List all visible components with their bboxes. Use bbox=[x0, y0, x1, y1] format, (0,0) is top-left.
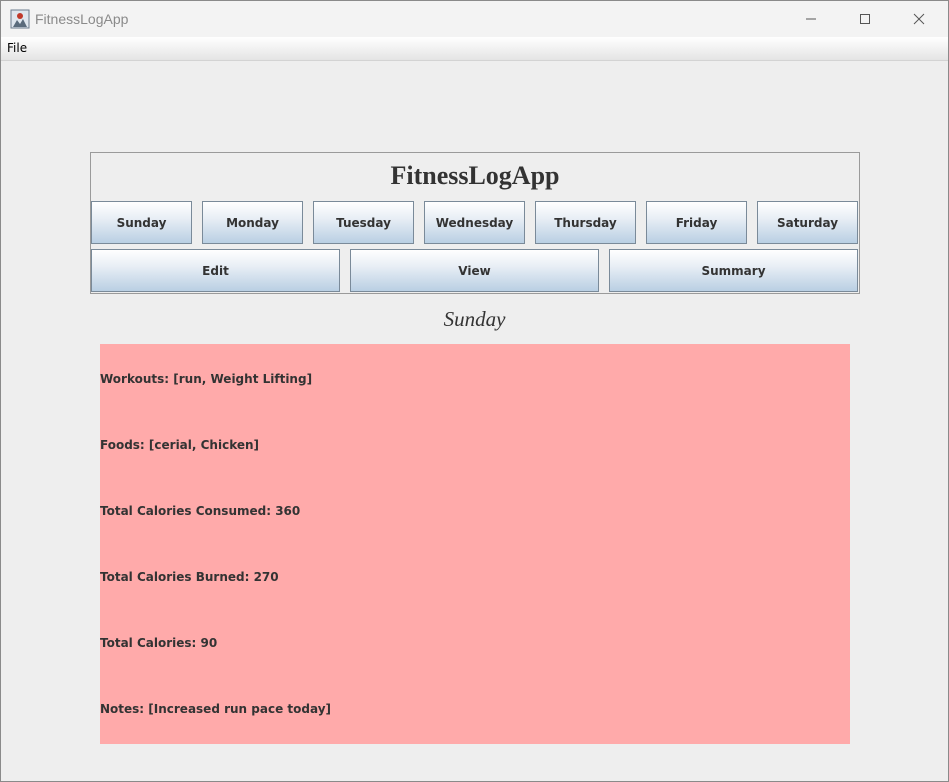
calories-burned-text: Total Calories Burned: 270 bbox=[100, 570, 279, 584]
day-button-sunday[interactable]: Sunday bbox=[91, 201, 192, 244]
close-icon bbox=[913, 13, 925, 25]
minimize-icon bbox=[806, 18, 816, 20]
window-title: FitnessLogApp bbox=[35, 11, 129, 27]
day-button-thursday[interactable]: Thursday bbox=[535, 201, 636, 244]
minimize-button[interactable] bbox=[784, 1, 838, 37]
workouts-text: Workouts: [run, Weight Lifting] bbox=[100, 372, 313, 386]
navigation-panel: FitnessLogApp Sunday Monday Tuesday Wedn… bbox=[90, 152, 860, 294]
day-button-friday[interactable]: Friday bbox=[646, 201, 747, 244]
java-app-icon bbox=[10, 9, 30, 29]
title-bar[interactable]: FitnessLogApp bbox=[1, 1, 948, 37]
day-button-tuesday[interactable]: Tuesday bbox=[313, 201, 414, 244]
maximize-button[interactable] bbox=[838, 1, 892, 37]
total-calories-text: Total Calories: 90 bbox=[100, 636, 218, 650]
view-button[interactable]: View bbox=[350, 249, 599, 292]
menu-bar: File bbox=[1, 37, 948, 61]
app-heading: FitnessLogApp bbox=[390, 161, 560, 190]
app-window: FitnessLogApp File FitnessLogApp Sunday … bbox=[0, 0, 949, 782]
day-button-wednesday[interactable]: Wednesday bbox=[424, 201, 525, 244]
menu-file[interactable]: File bbox=[7, 41, 27, 55]
notes-text: Notes: [Increased run pace today] bbox=[100, 702, 331, 716]
day-button-monday[interactable]: Monday bbox=[202, 201, 303, 244]
summary-button[interactable]: Summary bbox=[609, 249, 858, 292]
selected-day-title: Sunday bbox=[443, 307, 506, 331]
day-details-panel: Workouts: [run, Weight Lifting] Foods: [… bbox=[100, 344, 850, 744]
edit-button[interactable]: Edit bbox=[91, 249, 340, 292]
maximize-icon bbox=[860, 14, 870, 24]
day-button-saturday[interactable]: Saturday bbox=[757, 201, 858, 244]
calories-consumed-text: Total Calories Consumed: 360 bbox=[100, 504, 301, 518]
close-button[interactable] bbox=[892, 1, 946, 37]
foods-text: Foods: [cerial, Chicken] bbox=[100, 438, 260, 452]
